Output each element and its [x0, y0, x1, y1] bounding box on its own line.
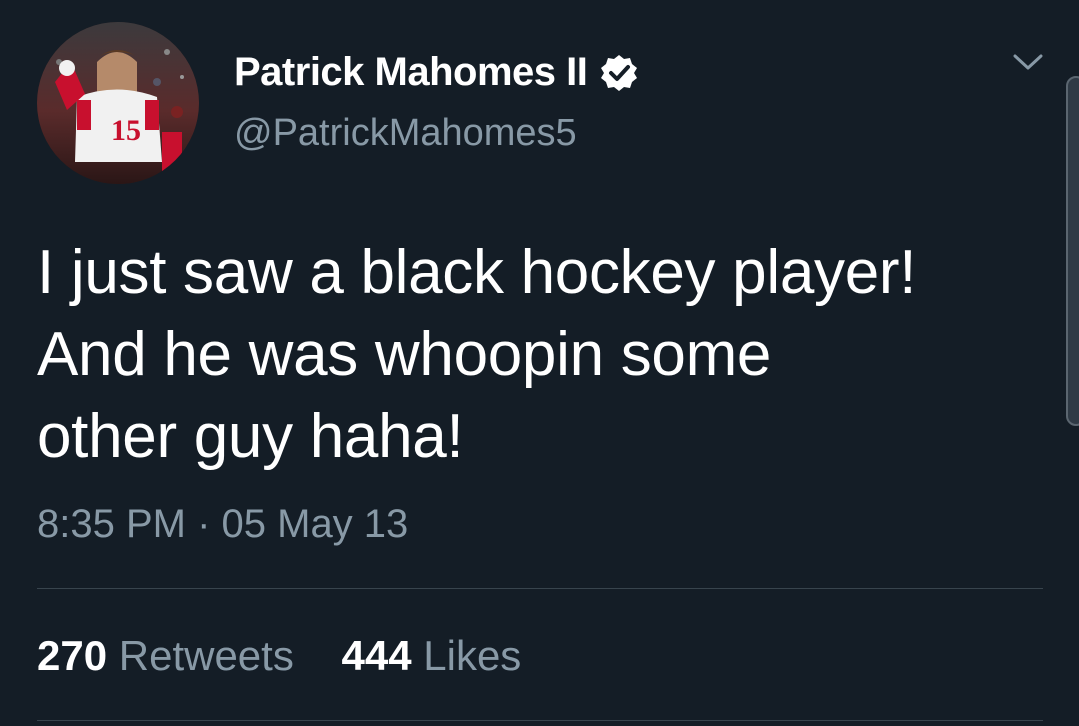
- tweet-stats: 270 Retweets 444 Likes: [37, 632, 557, 680]
- avatar-jersey-number: 15: [111, 114, 141, 147]
- likes-count: 444: [341, 632, 412, 679]
- divider: [37, 588, 1043, 589]
- scrollbar[interactable]: [1066, 76, 1079, 426]
- author-display-name[interactable]: Patrick Mahomes II: [234, 50, 588, 95]
- retweets-count: 270: [37, 632, 108, 679]
- likes-stat[interactable]: 444 Likes: [342, 632, 522, 679]
- chevron-down-icon[interactable]: [1011, 50, 1045, 74]
- avatar[interactable]: 15: [37, 22, 199, 184]
- author-display-name-row[interactable]: Patrick Mahomes II: [234, 50, 639, 95]
- retweets-label: Retweets: [118, 632, 294, 679]
- retweets-stat[interactable]: 270 Retweets: [37, 632, 306, 679]
- verified-badge-icon: [599, 53, 639, 93]
- tweet-card: 15 Patrick Mahomes II @PatrickMahomes5 I…: [0, 0, 1079, 726]
- tweet-text-line: other guy haha!: [37, 402, 464, 471]
- tweet-text: I just saw a black hockey player! And he…: [37, 232, 1037, 478]
- tweet-timestamp[interactable]: 8:35 PM · 05 May 13: [37, 502, 408, 547]
- divider: [37, 720, 1043, 721]
- author-handle[interactable]: @PatrickMahomes5: [234, 112, 577, 155]
- tweet-text-line: And he was whoopin some: [37, 320, 772, 389]
- avatar-photo: 15: [37, 22, 199, 184]
- likes-label: Likes: [423, 632, 522, 679]
- tweet-text-line: I just saw a black hockey player!: [37, 238, 917, 307]
